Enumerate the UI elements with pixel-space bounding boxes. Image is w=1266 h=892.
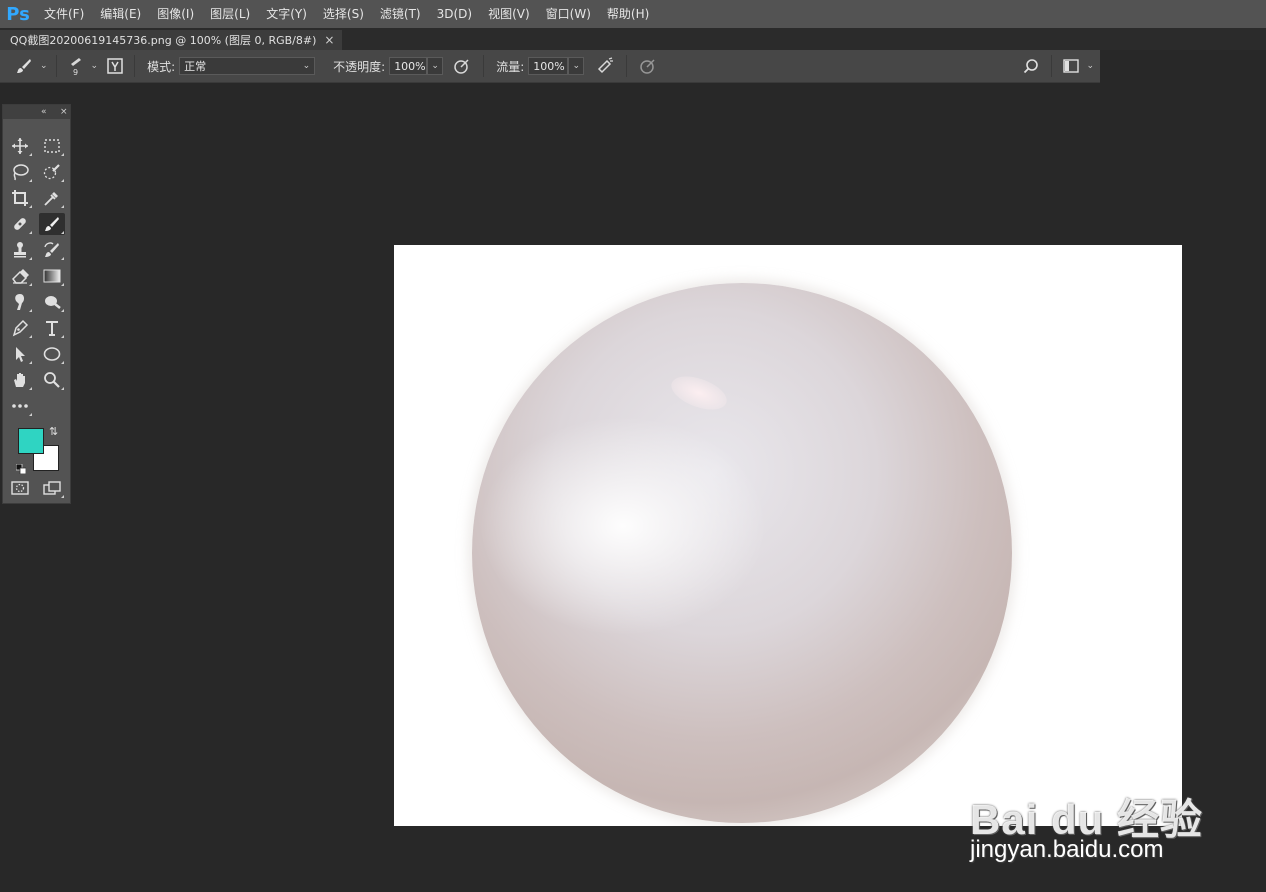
document-tab-title: QQ截图20200619145736.png @ 100% (图层 0, RGB… xyxy=(10,34,317,47)
quick-select-icon[interactable] xyxy=(39,161,65,183)
close-icon[interactable]: × xyxy=(60,105,68,119)
menu-image[interactable]: 图像(I) xyxy=(149,0,202,28)
baidu-watermark: Bai du 经验 jingyan.baidu.com xyxy=(970,760,1210,870)
menu-bar: Ps 文件(F) 编辑(E) 图像(I) 图层(L) 文字(Y) 选择(S) 滤… xyxy=(0,0,1266,28)
menu-help[interactable]: 帮助(H) xyxy=(599,0,657,28)
ellipse-icon[interactable] xyxy=(39,343,65,365)
pressure-size-icon[interactable] xyxy=(635,55,661,77)
opacity-dropdown[interactable]: ⌄ xyxy=(427,57,444,75)
brush-preset-icon[interactable] xyxy=(12,55,36,77)
menu-window[interactable]: 窗口(W) xyxy=(538,0,599,28)
document-canvas[interactable] xyxy=(394,245,1182,826)
gradient-icon[interactable] xyxy=(39,265,65,287)
mode-label: 模式: xyxy=(147,59,176,74)
chevron-down-icon: ⌄ xyxy=(302,61,311,71)
chevron-down-icon: ⌄ xyxy=(572,61,581,71)
chevron-down-icon[interactable]: ⌄ xyxy=(1086,61,1094,71)
eyedropper-icon[interactable] xyxy=(39,187,65,209)
screen-mode-icon[interactable] xyxy=(39,477,65,499)
pearl-image xyxy=(472,283,1012,823)
brush-panel-icon[interactable] xyxy=(104,55,126,77)
eraser-icon[interactable] xyxy=(7,265,33,287)
menu-edit[interactable]: 编辑(E) xyxy=(92,0,149,28)
path-select-icon[interactable] xyxy=(7,343,33,365)
chevron-down-icon: ⌄ xyxy=(431,61,439,71)
pearl-highlight xyxy=(666,369,732,417)
opacity-label: 不透明度: xyxy=(333,59,386,74)
brush-size-picker[interactable]: 9 xyxy=(65,52,87,80)
airbrush-icon[interactable] xyxy=(592,55,618,77)
quick-mask-icon[interactable] xyxy=(7,477,33,499)
default-colors-icon[interactable] xyxy=(15,459,27,475)
stamp-icon[interactable] xyxy=(7,239,33,261)
divider xyxy=(483,55,485,77)
mode-value: 正常 xyxy=(184,60,207,73)
hand-icon[interactable] xyxy=(7,369,33,391)
document-tab-bar: QQ截图20200619145736.png @ 100% (图层 0, RGB… xyxy=(0,28,1266,50)
flow-value: 100% xyxy=(533,59,565,73)
history-brush-icon[interactable] xyxy=(39,239,65,261)
menu-type[interactable]: 文字(Y) xyxy=(258,0,315,28)
foreground-color-swatch[interactable] xyxy=(18,428,44,454)
chevron-down-icon[interactable]: ⌄ xyxy=(91,61,99,71)
divider xyxy=(134,55,136,77)
move-icon[interactable] xyxy=(7,135,33,157)
toolbox: « × ⇅ xyxy=(2,104,71,504)
mode-select[interactable]: 正常 ⌄ xyxy=(179,57,316,75)
watermark-url: jingyan.baidu.com xyxy=(970,836,1164,863)
divider xyxy=(626,55,628,77)
pressure-opacity-icon[interactable] xyxy=(449,55,475,77)
flow-input[interactable]: 100% xyxy=(528,57,569,75)
crop-icon[interactable] xyxy=(7,187,33,209)
swap-colors-icon[interactable]: ⇅ xyxy=(49,425,58,438)
search-icon[interactable] xyxy=(1019,55,1043,77)
zoom-icon[interactable] xyxy=(39,369,65,391)
type-icon[interactable] xyxy=(39,317,65,339)
healing-icon[interactable] xyxy=(7,213,33,235)
toolbox-header[interactable]: « × xyxy=(3,105,70,119)
divider xyxy=(55,55,57,77)
flow-dropdown[interactable]: ⌄ xyxy=(568,57,585,75)
options-bar: ⌄ 9 ⌄ 模式: 正常 ⌄ 不透明度: 100% ⌄ 流量: 100% ⌄ ⌄ xyxy=(0,50,1100,83)
menu-3d[interactable]: 3D(D) xyxy=(429,0,480,28)
collapse-icon[interactable]: « xyxy=(41,105,47,119)
menu-select[interactable]: 选择(S) xyxy=(315,0,372,28)
workspace-icon[interactable] xyxy=(1060,55,1082,77)
close-icon[interactable]: × xyxy=(324,33,334,47)
menu-view[interactable]: 视图(V) xyxy=(480,0,538,28)
pen-icon[interactable] xyxy=(7,317,33,339)
document-tab[interactable]: QQ截图20200619145736.png @ 100% (图层 0, RGB… xyxy=(0,30,342,50)
blur-icon[interactable] xyxy=(7,291,33,313)
menu-filter[interactable]: 滤镜(T) xyxy=(372,0,429,28)
photoshop-logo: Ps xyxy=(6,3,30,25)
chevron-down-icon[interactable]: ⌄ xyxy=(40,61,48,71)
divider xyxy=(1051,55,1053,77)
marquee-icon[interactable] xyxy=(39,135,65,157)
opacity-input[interactable]: 100% xyxy=(389,57,428,75)
opacity-value: 100% xyxy=(394,59,426,73)
more-icon[interactable] xyxy=(7,395,33,417)
lasso-icon[interactable] xyxy=(7,161,33,183)
brush-icon[interactable] xyxy=(39,213,65,235)
brush-size-value: 9 xyxy=(73,67,79,77)
flow-label: 流量: xyxy=(496,59,525,74)
menu-layer[interactable]: 图层(L) xyxy=(202,0,258,28)
menu-file[interactable]: 文件(F) xyxy=(36,0,92,28)
dodge-icon[interactable] xyxy=(39,291,65,313)
